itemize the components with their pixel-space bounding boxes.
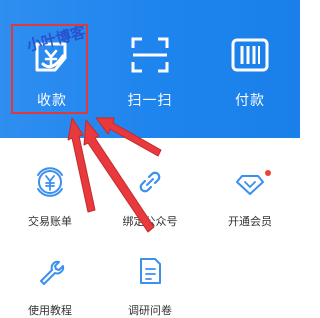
grid-item-survey[interactable]: 调研问卷: [100, 254, 200, 318]
pay-button[interactable]: 付款: [205, 32, 295, 128]
tutorial-label: 使用教程: [28, 304, 72, 317]
notification-dot: [265, 170, 271, 176]
grid-item-bind-official-account[interactable]: 绑定公众号: [100, 165, 200, 229]
scan-button[interactable]: 扫一扫: [105, 32, 195, 128]
grid-item-tutorial[interactable]: 使用教程: [0, 254, 100, 318]
bind-official-account-label: 绑定公众号: [122, 215, 178, 228]
header-panel: 收款 扫一扫 付款 小叶博客: [0, 0, 300, 138]
transaction-bill-label: 交易账单: [28, 215, 72, 228]
scan-icon: [131, 37, 169, 73]
grid-item-open-membership[interactable]: 开通会员: [200, 165, 300, 229]
barcode-pay-icon: [231, 38, 269, 72]
open-membership-label: 开通会员: [228, 215, 272, 228]
link-icon: [139, 171, 161, 193]
grid-item-transaction-bill[interactable]: 交易账单: [0, 165, 100, 229]
yen-bill-icon: [37, 167, 63, 197]
diamond-icon: [236, 175, 264, 195]
questionnaire-icon: [140, 258, 161, 284]
scan-label: 扫一扫: [127, 93, 173, 109]
pay-label: 付款: [235, 93, 265, 109]
survey-label: 调研问卷: [128, 304, 172, 317]
wrench-icon: [40, 260, 65, 285]
